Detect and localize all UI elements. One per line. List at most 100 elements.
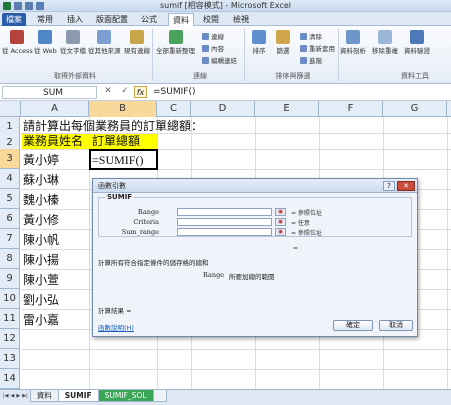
from-web-button[interactable]: 從 Web bbox=[34, 30, 57, 55]
formula-bar: SUM ✕ ✓ fx =SUMIF() bbox=[0, 84, 451, 101]
tab-view[interactable]: 檢視 bbox=[230, 13, 252, 26]
column-headers: A B C D E F G H bbox=[0, 101, 451, 117]
row-header-10[interactable]: 10 bbox=[0, 289, 20, 309]
ok-button[interactable]: 確定 bbox=[333, 320, 373, 331]
tab-insert[interactable]: 插入 bbox=[64, 13, 86, 26]
insert-sheet-icon[interactable] bbox=[152, 390, 167, 402]
insert-function-button[interactable]: fx bbox=[134, 86, 147, 98]
tab-data[interactable]: 資料 bbox=[168, 13, 194, 26]
row-header-3[interactable]: 3 bbox=[0, 149, 20, 169]
cell-a3[interactable]: 黃小婷 bbox=[23, 150, 59, 170]
sheet-navigation: |◀ ◀ ▶ ▶| bbox=[0, 390, 31, 399]
from-access-button[interactable]: 從 Access bbox=[2, 30, 33, 55]
select-all-corner[interactable] bbox=[0, 101, 21, 117]
cell-a10[interactable]: 劉小弘 bbox=[23, 290, 59, 310]
column-header-b[interactable]: B bbox=[89, 101, 157, 117]
cell-b2[interactable]: 訂單總額 bbox=[90, 134, 157, 149]
sum-range-collapse-icon[interactable]: ▣ bbox=[275, 228, 286, 236]
cell-a5[interactable]: 魏小榛 bbox=[23, 190, 59, 210]
dialog-close-icon[interactable]: ✕ bbox=[397, 181, 415, 191]
group-divider bbox=[338, 29, 339, 81]
row-header-11[interactable]: 11 bbox=[0, 309, 20, 329]
connections-button[interactable]: 連線 bbox=[202, 31, 224, 41]
sheet-tab-bar: |◀ ◀ ▶ ▶| 資料 SUMIF SUMIF_SOL bbox=[0, 389, 451, 405]
range-collapse-icon[interactable]: ▣ bbox=[275, 208, 286, 216]
column-header-e[interactable]: E bbox=[255, 101, 319, 117]
criteria-input[interactable] bbox=[177, 218, 272, 226]
cell-a9[interactable]: 陳小萱 bbox=[23, 270, 59, 290]
data-validation-button[interactable]: 資料驗證 bbox=[404, 30, 430, 55]
row-header-7[interactable]: 7 bbox=[0, 229, 20, 249]
grid-line bbox=[21, 369, 451, 370]
existing-connections-button[interactable]: 現有連線 bbox=[124, 30, 150, 55]
from-other-sources-button[interactable]: 從其他來源 bbox=[88, 30, 121, 55]
column-header-g[interactable]: G bbox=[383, 101, 447, 117]
tab-formulas[interactable]: 公式 bbox=[138, 13, 160, 26]
name-box[interactable]: SUM bbox=[2, 85, 97, 99]
sheet-tab-sumif-sol[interactable]: SUMIF_SOL bbox=[97, 390, 154, 402]
next-sheet-icon[interactable]: ▶ bbox=[16, 393, 20, 399]
criteria-collapse-icon[interactable]: ▣ bbox=[275, 218, 286, 226]
tab-home[interactable]: 常用 bbox=[34, 13, 56, 26]
remove-duplicates-button[interactable]: 移除重複 bbox=[372, 30, 398, 55]
prev-sheet-icon[interactable]: ◀ bbox=[11, 393, 15, 399]
tab-file[interactable]: 檔案 bbox=[2, 13, 26, 26]
column-header-h[interactable]: H bbox=[447, 101, 451, 117]
function-help-link[interactable]: 函數說明(H) bbox=[98, 322, 134, 332]
row-header-6[interactable]: 6 bbox=[0, 209, 20, 229]
sort-button[interactable]: 排序 bbox=[252, 30, 266, 55]
text-to-columns-icon bbox=[346, 30, 360, 44]
cell-a6[interactable]: 黃小修 bbox=[23, 210, 59, 230]
row-header-14[interactable]: 14 bbox=[0, 369, 20, 389]
edit-links-button[interactable]: 編輯連結 bbox=[202, 55, 237, 65]
advanced-icon bbox=[300, 56, 307, 64]
row-header-9[interactable]: 9 bbox=[0, 269, 20, 289]
formula-input[interactable]: =SUMIF() bbox=[153, 87, 195, 97]
title-bar: sumif [相容模式] - Microsoft Excel bbox=[0, 0, 451, 12]
text-to-columns-button[interactable]: 資料剖析 bbox=[340, 30, 366, 55]
dialog-help-icon[interactable]: ? bbox=[383, 181, 395, 191]
column-header-c[interactable]: C bbox=[157, 101, 191, 117]
cell-a7[interactable]: 陳小帆 bbox=[23, 230, 59, 250]
group-label-data-tools: 資料工具 bbox=[401, 72, 429, 80]
last-sheet-icon[interactable]: ▶| bbox=[22, 393, 28, 399]
column-header-a[interactable]: A bbox=[21, 101, 89, 117]
cell-a1[interactable]: 請計算出每個業務員的訂單總額： bbox=[23, 116, 203, 136]
cell-a8[interactable]: 陳小揚 bbox=[23, 250, 59, 270]
row-header-4[interactable]: 4 bbox=[0, 169, 20, 189]
row-header-5[interactable]: 5 bbox=[0, 189, 20, 209]
reapply-icon bbox=[300, 44, 307, 52]
sheet-tab-sumif[interactable]: SUMIF bbox=[57, 390, 99, 402]
clear-button[interactable]: 清除 bbox=[300, 31, 322, 41]
cell-a4[interactable]: 蘇小琳 bbox=[23, 170, 59, 190]
row-header-8[interactable]: 8 bbox=[0, 249, 20, 269]
properties-button[interactable]: 內容 bbox=[202, 43, 224, 53]
enter-icon[interactable]: ✓ bbox=[119, 86, 131, 98]
advanced-button[interactable]: 進階 bbox=[300, 55, 322, 65]
tab-review[interactable]: 校閱 bbox=[200, 13, 222, 26]
group-divider bbox=[152, 29, 153, 81]
group-label-connections: 連線 bbox=[193, 72, 207, 80]
arg-label-range: Range bbox=[137, 208, 159, 216]
from-text-button[interactable]: 從文字檔 bbox=[60, 30, 86, 55]
column-header-f[interactable]: F bbox=[319, 101, 383, 117]
cancel-icon[interactable]: ✕ bbox=[102, 86, 114, 98]
row-header-12[interactable]: 12 bbox=[0, 329, 20, 349]
text-file-icon bbox=[66, 30, 80, 44]
filter-button[interactable]: 篩選 bbox=[276, 30, 290, 55]
tab-page-layout[interactable]: 版面配置 bbox=[94, 13, 130, 26]
row-header-13[interactable]: 13 bbox=[0, 349, 20, 369]
first-sheet-icon[interactable]: |◀ bbox=[3, 393, 9, 399]
ribbon-tabs: 檔案 常用 插入 版面配置 公式 資料 校閱 檢視 bbox=[0, 12, 451, 26]
sheet-tab-data[interactable]: 資料 bbox=[29, 390, 59, 402]
range-input[interactable] bbox=[177, 208, 272, 216]
reapply-button[interactable]: 重新套用 bbox=[300, 43, 335, 53]
column-header-d[interactable]: D bbox=[191, 101, 255, 117]
window-title: sumif [相容模式] - Microsoft Excel bbox=[160, 1, 291, 10]
sum-range-input[interactable] bbox=[177, 228, 272, 236]
cancel-button[interactable]: 取消 bbox=[379, 320, 413, 331]
cell-a2[interactable]: 業務員姓名 bbox=[22, 134, 89, 149]
data-validation-icon bbox=[410, 30, 424, 44]
refresh-all-button[interactable]: 全部重新整理 bbox=[156, 30, 195, 55]
cell-a11[interactable]: 雷小嘉 bbox=[23, 310, 59, 330]
